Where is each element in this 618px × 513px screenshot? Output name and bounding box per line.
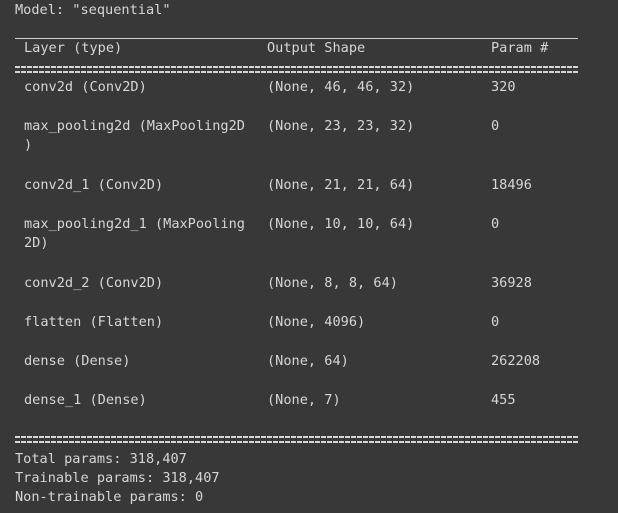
model-title: Model: "sequential" <box>15 2 171 18</box>
layer-name-cell: flatten (Flatten) <box>24 314 164 330</box>
output-shape-cell: (None, 21, 21, 64) <box>267 177 415 193</box>
param-count-cell: 0 <box>491 118 500 134</box>
param-count-cell: 0 <box>491 314 500 330</box>
param-count-cell: 36928 <box>491 275 532 291</box>
param-count-cell: 262208 <box>491 353 541 369</box>
param-count-cell: 455 <box>491 392 516 408</box>
param-count-cell: 18496 <box>491 177 532 193</box>
layer-name-cell: conv2d (Conv2D) <box>24 79 147 95</box>
param-count-cell: 0 <box>491 216 500 232</box>
layer-name-cell: dense_1 (Dense) <box>24 392 147 408</box>
layer-name-cell: max_pooling2d_1 (MaxPooling <box>24 216 245 232</box>
layer-name-cell: max_pooling2d (MaxPooling2D <box>24 118 245 134</box>
output-shape-cell: (None, 64) <box>267 353 349 369</box>
output-shape-cell: (None, 10, 10, 64) <box>267 216 415 232</box>
layer-name-cell: conv2d_2 (Conv2D) <box>24 275 164 291</box>
column-header-param: Param # <box>491 40 549 56</box>
output-shape-cell: (None, 8, 8, 64) <box>267 275 398 291</box>
param-count-cell: 320 <box>491 79 516 95</box>
output-shape-cell: (None, 23, 23, 32) <box>267 118 415 134</box>
layer-name-continuation: ) <box>24 137 33 153</box>
column-header-layer: Layer (type) <box>24 40 123 56</box>
output-shape-cell: (None, 4096) <box>267 314 366 330</box>
header-double-rule <box>15 66 578 73</box>
column-header-output-shape: Output Shape <box>267 40 366 56</box>
trainable-params: Trainable params: 318,407 <box>15 470 220 486</box>
output-shape-cell: (None, 7) <box>267 392 341 408</box>
total-params: Total params: 318,407 <box>15 451 187 467</box>
layer-name-continuation: 2D) <box>24 235 49 251</box>
non-trainable-params: Non-trainable params: 0 <box>15 489 204 505</box>
footer-double-rule <box>15 436 578 443</box>
output-shape-cell: (None, 46, 46, 32) <box>267 79 415 95</box>
layer-name-cell: dense (Dense) <box>24 353 131 369</box>
layer-name-cell: conv2d_1 (Conv2D) <box>24 177 164 193</box>
